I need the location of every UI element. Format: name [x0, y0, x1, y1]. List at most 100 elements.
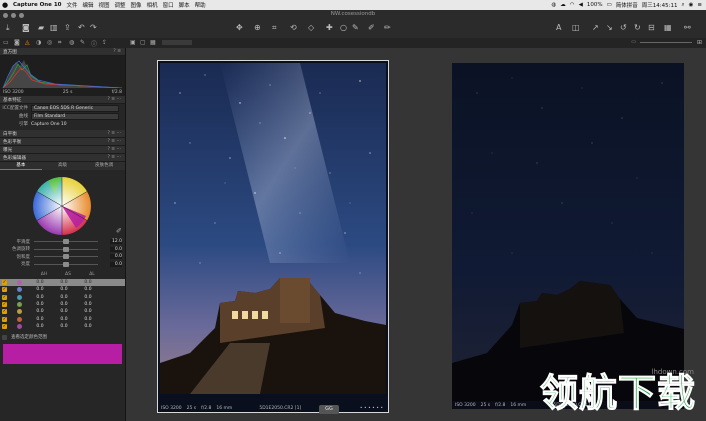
library-tab-icon[interactable]: ▭	[3, 39, 9, 46]
rotate-tool-icon[interactable]: ⟲	[290, 23, 297, 33]
exposure-header[interactable]: 曝光 ? ≡ ⋯	[0, 146, 125, 154]
color-balance-header[interactable]: 色彩平衡 ? ≡ ⋯	[0, 138, 125, 146]
volume-icon[interactable]: ◀	[579, 2, 583, 8]
copy-adjust-icon[interactable]: ↗	[592, 23, 599, 33]
selected-photo-frame[interactable]: ISO 3200 25 s f/2.8 16 mm 5D1E2050.CR2 […	[157, 60, 389, 413]
color-range-row[interactable]: ✓ 0.0 0.0 0.0	[0, 308, 125, 315]
hue-rotation-value[interactable]: 0.0	[110, 246, 122, 252]
details-tab-icon[interactable]: ◍	[69, 39, 74, 46]
input-source[interactable]: 简体拼音	[616, 1, 638, 9]
curve-select[interactable]: Film Standard	[31, 112, 119, 120]
exposure-tab-icon[interactable]: ◑	[36, 39, 41, 46]
tab-basic[interactable]: 基本	[0, 162, 42, 170]
color-range-row[interactable]: ✓ 0.0 0.0 0.0	[0, 301, 125, 308]
zoom-fit-icon[interactable]: ⊞	[697, 39, 702, 46]
lightness-slider[interactable]: 亮度 0.0	[0, 261, 125, 269]
color-wheel[interactable]: ✐	[0, 170, 125, 238]
spot-removal-icon[interactable]: ✚	[326, 23, 333, 33]
export-icon[interactable]: ⇪	[64, 23, 71, 33]
compare-icon[interactable]: ⊟	[648, 23, 655, 33]
tab-advanced[interactable]: 高级	[42, 162, 84, 170]
pan-tool-icon[interactable]: ✥	[236, 23, 243, 33]
undo-icon[interactable]: ↶	[78, 23, 85, 33]
user-icon[interactable]: ◉	[689, 2, 694, 8]
smoothness-value[interactable]: 12.0	[110, 239, 122, 245]
lightness-value[interactable]: 0.0	[110, 261, 122, 267]
slider-track[interactable]	[34, 239, 98, 245]
thumbnail-size-slider[interactable]	[640, 42, 692, 43]
local-adjust-tab-icon[interactable]: ✎	[80, 39, 85, 46]
color-range-checkbox[interactable]: ✓	[2, 280, 7, 286]
color-range-checkbox[interactable]: ✓	[2, 316, 7, 322]
section-tools-icon[interactable]: ? ≡ ⋯	[107, 146, 121, 153]
wechat-icon[interactable]: ◍	[551, 2, 556, 8]
menu-help[interactable]: 帮助	[195, 1, 206, 9]
capture-tab-icon[interactable]: ◙	[14, 39, 20, 46]
clock[interactable]: 周三14:45:11	[642, 1, 678, 9]
menu-image[interactable]: 图像	[131, 1, 142, 9]
eyedropper-icon[interactable]: ✐	[368, 23, 375, 33]
sort-dropdown[interactable]	[162, 40, 192, 45]
wifi-icon[interactable]: ◠	[570, 2, 575, 8]
keystone-tool-icon[interactable]: ◇	[308, 23, 314, 33]
icc-profile-select[interactable]: Canon EOS 5DS R Generic	[31, 104, 119, 112]
menu-file[interactable]: 文件	[66, 1, 77, 9]
section-tools-icon[interactable]: ? ≡ ⋯	[107, 130, 121, 137]
slider-knob[interactable]	[63, 246, 69, 252]
menu-script[interactable]: 脚本	[179, 1, 190, 9]
text-icon[interactable]: A	[556, 23, 561, 33]
glasses-icon[interactable]: ⚯	[684, 23, 691, 33]
composition-tab-icon[interactable]: ⌗	[58, 39, 61, 47]
redo-icon[interactable]: ↷	[90, 23, 97, 33]
lens-tab-icon[interactable]: ◎	[47, 39, 52, 46]
annotate-icon[interactable]: ✏	[384, 23, 391, 33]
color-tab-icon[interactable]: ◬	[25, 39, 30, 46]
cloud-icon[interactable]: ☁	[560, 2, 566, 8]
slider-track[interactable]	[34, 246, 98, 252]
histogram-header[interactable]: 直方图 ? ≡	[0, 48, 125, 56]
section-tools-icon[interactable]: ? ≡ ⋯	[107, 138, 121, 145]
hue-rotation-slider[interactable]: 色调旋转 0.0	[0, 246, 125, 254]
rotate-left-icon[interactable]: ↺	[620, 23, 627, 33]
rating-dots[interactable]: • • • • • •	[360, 406, 383, 411]
battery-icon[interactable]: ▭	[607, 2, 612, 8]
smoothness-slider[interactable]: 平滑度 12.0	[0, 238, 125, 246]
output-tab-icon[interactable]: ⇪	[102, 39, 107, 46]
color-range-checkbox[interactable]: ✓	[2, 309, 7, 315]
notification-icon[interactable]: ≡	[697, 2, 702, 8]
gg-tab[interactable]: GG	[319, 405, 339, 414]
grid-view-icon[interactable]: ▦	[150, 39, 156, 46]
menu-edit[interactable]: 编辑	[83, 1, 94, 9]
apply-adjust-icon[interactable]: ↘	[606, 23, 613, 33]
spotlight-icon[interactable]: ⌕	[681, 2, 684, 9]
slider-knob[interactable]	[63, 239, 69, 245]
color-range-row[interactable]: ✓ 0.0 0.0 0.0	[0, 294, 125, 301]
menu-window[interactable]: 窗口	[163, 1, 174, 9]
white-balance-header[interactable]: 白平衡 ? ≡ ⋯	[0, 130, 125, 138]
color-editor-header[interactable]: 色彩编辑器 ? ≡ ⋯	[0, 154, 125, 162]
folder-icon[interactable]: ▰	[38, 23, 44, 33]
proof-icon[interactable]: ◫	[572, 23, 580, 33]
trash-icon[interactable]: ▥	[50, 23, 58, 33]
import-icon[interactable]: ⤓	[6, 23, 10, 33]
apple-menu-icon[interactable]: ●	[0, 0, 10, 10]
camera-icon[interactable]: ◙	[22, 23, 30, 33]
crop-tool-icon[interactable]: ⌗	[272, 23, 277, 33]
color-range-checkbox[interactable]: ✓	[2, 294, 7, 300]
section-tools-icon[interactable]: ? ≡ ⋯	[107, 96, 121, 103]
multi-view-icon[interactable]: ▢	[140, 39, 146, 46]
rotate-right-icon[interactable]: ↻	[634, 23, 641, 33]
color-range-row[interactable]: ✓ 0.0 0.0 0.0	[0, 323, 125, 330]
mask-circle-icon[interactable]: ○	[340, 23, 347, 33]
slider-knob[interactable]	[63, 254, 69, 260]
color-range-row[interactable]: ✓ 0.0 0.0 0.0	[0, 286, 125, 293]
metadata-tab-icon[interactable]: ⓘ	[91, 39, 97, 48]
menu-camera[interactable]: 相机	[147, 1, 158, 9]
saturation-slider[interactable]: 饱和度 0.0	[0, 253, 125, 261]
saturation-value[interactable]: 0.0	[110, 254, 122, 260]
view-range-checkbox[interactable]	[2, 334, 7, 340]
color-range-row[interactable]: ✓ 0.0 0.0 0.0	[0, 279, 125, 287]
single-view-icon[interactable]: ▣	[130, 39, 136, 46]
basic-characteristics-header[interactable]: 基本特征 ? ≡ ⋯	[0, 96, 125, 104]
tab-skin-tone[interactable]: 皮肤色调	[83, 162, 125, 170]
